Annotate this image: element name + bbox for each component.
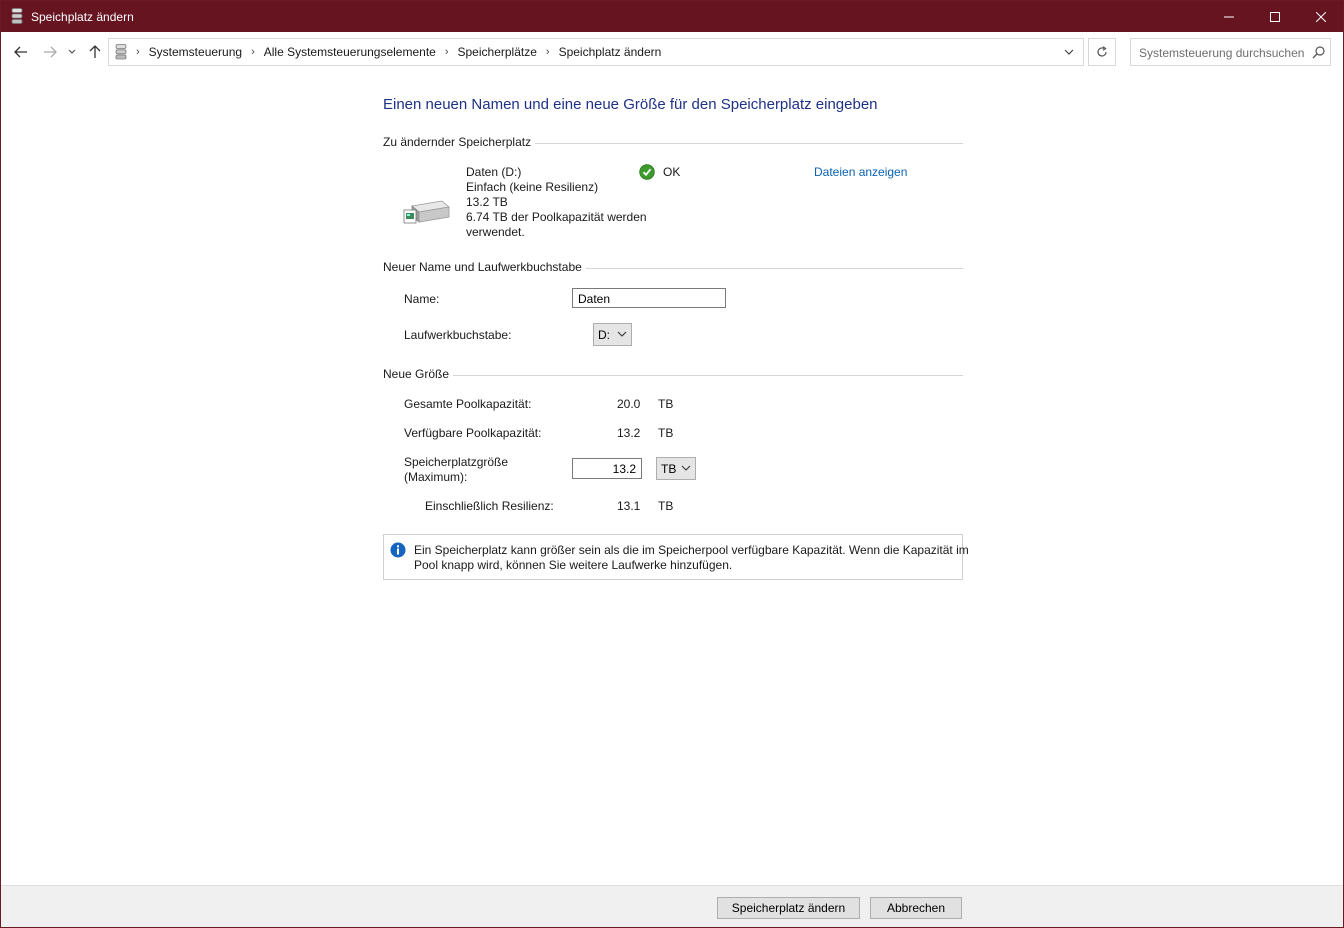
drive-letter-label: Laufwerkbuchstabe:	[404, 328, 512, 342]
search-icon[interactable]	[1312, 45, 1326, 59]
maximize-button[interactable]	[1252, 1, 1298, 32]
space-size-field-value: 13.2	[612, 462, 636, 476]
arrow-up-icon	[89, 45, 101, 58]
back-button[interactable]	[11, 42, 31, 62]
storage-spaces-icon	[115, 44, 127, 60]
space-size-field[interactable]: 13.2	[572, 458, 642, 479]
section-label: Neue Größe	[383, 367, 454, 381]
breadcrumb-separator[interactable]: ›	[546, 46, 550, 58]
info-text: Ein Speicherplatz kann größer sein als d…	[414, 543, 969, 557]
breadcrumb-separator[interactable]: ›	[445, 46, 449, 58]
minimize-icon	[1224, 16, 1234, 17]
space-size: 13.2 TB	[466, 195, 508, 209]
window: Speichplatz ändern › Systemsteuerung › A…	[0, 0, 1344, 928]
space-size-unit-dropdown[interactable]: TB	[656, 457, 696, 480]
breadcrumb-speicherplatz-aendern[interactable]: Speichplatz ändern	[559, 45, 662, 59]
space-usage-cont: verwendet.	[466, 225, 525, 239]
page-title: Einen neuen Namen und eine neue Größe fü…	[383, 96, 878, 113]
recent-locations-button[interactable]	[65, 42, 79, 62]
maximize-icon	[1270, 11, 1280, 22]
chevron-down-icon	[617, 331, 627, 337]
titlebar[interactable]: Speichplatz ändern	[1, 1, 1343, 32]
name-label: Name:	[404, 292, 440, 306]
drive-letter-value: D:	[598, 328, 610, 342]
breadcrumb-separator[interactable]: ›	[251, 46, 255, 58]
resilience-unit: TB	[658, 499, 674, 513]
total-pool-value: 20.0	[617, 397, 641, 411]
section-space-to-change: Zu ändernder Speicherplatz	[383, 135, 963, 151]
info-icon	[390, 542, 406, 558]
address-bar[interactable]: › Systemsteuerung › Alle Systemsteuerung…	[108, 38, 1084, 66]
resilience-label: Einschließlich Resilienz:	[425, 499, 554, 513]
section-name-drive-letter: Neuer Name und Laufwerkbuchstabe	[383, 260, 963, 276]
info-text-cont: Pool knapp wird, können Sie weitere Lauf…	[414, 558, 733, 572]
name-field[interactable]: Daten	[572, 288, 726, 308]
show-files-link[interactable]: Dateien anzeigen	[814, 165, 907, 179]
status-text: OK	[663, 165, 681, 179]
refresh-button[interactable]	[1088, 38, 1116, 66]
drive-letter-dropdown[interactable]: D:	[593, 323, 632, 346]
refresh-icon	[1097, 46, 1107, 57]
chevron-down-icon	[681, 465, 691, 471]
chevron-down-icon[interactable]	[1063, 46, 1075, 58]
space-type: Einfach (keine Resilienz)	[466, 180, 599, 194]
info-box: Ein Speicherplatz kann größer sein als d…	[383, 534, 969, 580]
available-pool-label: Verfügbare Poolkapazität:	[404, 426, 542, 440]
resilience-value: 13.1	[617, 499, 641, 513]
space-usage: 6.74 TB der Poolkapazität werden	[466, 210, 647, 224]
content-area: Einen neuen Namen und eine neue Größe fü…	[1, 72, 1343, 885]
available-pool-unit: TB	[658, 426, 674, 440]
total-pool-unit: TB	[658, 397, 674, 411]
ok-check-icon	[639, 164, 655, 180]
close-icon	[1316, 11, 1326, 22]
breadcrumb-speicherplaetze[interactable]: Speicherplätze	[458, 45, 537, 59]
arrow-left-icon	[14, 46, 27, 58]
window-title: Speichplatz ändern	[31, 10, 134, 24]
drive-icon	[403, 200, 450, 224]
section-label: Zu ändernder Speicherplatz	[383, 135, 536, 149]
breadcrumb-separator[interactable]: ›	[136, 46, 140, 58]
total-pool-label: Gesamte Poolkapazität:	[404, 397, 532, 411]
search-placeholder: Systemsteuerung durchsuchen	[1139, 46, 1305, 60]
space-size-unit-value: TB	[661, 462, 677, 476]
cancel-button[interactable]: Abbrechen	[870, 897, 962, 919]
section-new-size: Neue Größe	[383, 367, 963, 383]
forward-button[interactable]	[40, 42, 60, 62]
name-field-value: Daten	[578, 292, 611, 306]
up-button[interactable]	[85, 42, 105, 62]
chevron-down-icon	[68, 49, 76, 54]
space-name: Daten (D:)	[466, 165, 522, 179]
minimize-button[interactable]	[1206, 1, 1252, 32]
change-space-button[interactable]: Speicherplatz ändern	[717, 897, 860, 919]
space-size-label: Speicherplatzgröße	[404, 455, 509, 469]
arrow-right-icon	[44, 46, 57, 58]
space-size-label-cont: (Maximum):	[404, 470, 468, 484]
section-label: Neuer Name und Laufwerkbuchstabe	[383, 260, 586, 274]
storage-spaces-icon	[11, 8, 23, 24]
footer: Speicherplatz ändern Abbrechen	[1, 885, 1343, 927]
available-pool-value: 13.2	[617, 426, 641, 440]
search-input[interactable]: Systemsteuerung durchsuchen	[1130, 38, 1331, 66]
breadcrumb-systemsteuerung[interactable]: Systemsteuerung	[149, 45, 242, 59]
close-button[interactable]	[1298, 1, 1344, 32]
address-row: › Systemsteuerung › Alle Systemsteuerung…	[1, 32, 1343, 72]
breadcrumb-alle-elemente[interactable]: Alle Systemsteuerungselemente	[264, 45, 436, 59]
